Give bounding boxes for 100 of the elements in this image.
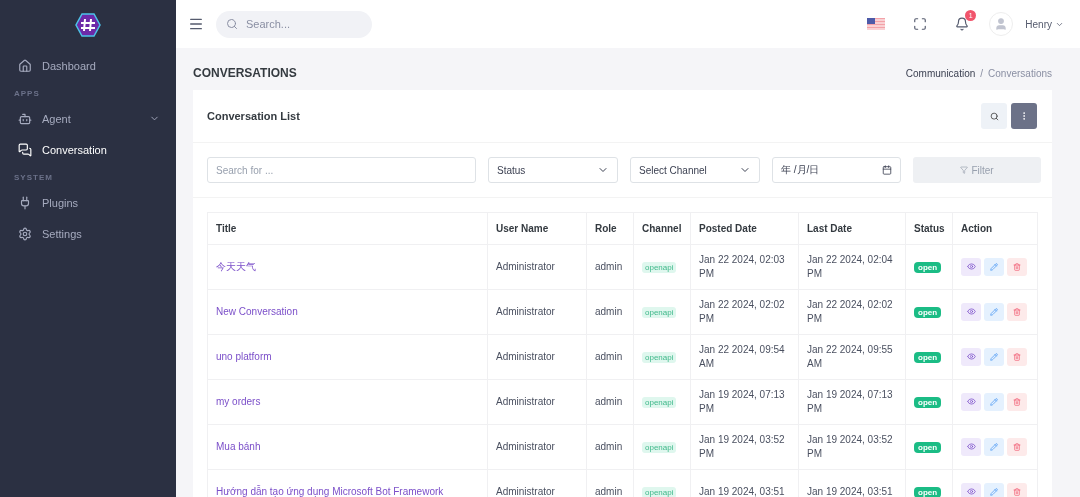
edit-button[interactable] <box>984 258 1004 277</box>
edit-button[interactable] <box>984 438 1004 457</box>
trash-icon <box>1013 488 1021 497</box>
table-cell: Jan 22 2024, 09:55 AM <box>798 334 906 380</box>
logo-icon <box>75 12 101 38</box>
edit-button[interactable] <box>984 393 1004 412</box>
select-value: Select Channel <box>639 164 707 176</box>
trash-icon <box>1013 398 1021 407</box>
status-badge: open <box>914 261 942 273</box>
pencil-icon <box>990 353 998 362</box>
search-icon <box>989 111 999 121</box>
nav-item[interactable]: Agent <box>0 103 176 134</box>
settings-icon <box>18 226 32 241</box>
trash-icon <box>1013 443 1021 452</box>
table-cell: Administrator <box>487 334 587 380</box>
view-button[interactable] <box>961 482 981 497</box>
eye-icon <box>966 352 976 362</box>
date-value: 年 /月/日 <box>781 163 820 177</box>
eye-icon <box>966 442 976 452</box>
edit-button[interactable] <box>984 483 1004 497</box>
status-badge: open <box>914 306 942 318</box>
menu-icon[interactable] <box>188 16 204 32</box>
conversation-link[interactable]: Mua bánh <box>216 441 261 452</box>
delete-button[interactable] <box>1007 348 1027 367</box>
column-header: Action <box>952 212 1038 245</box>
channel-tag: openapi <box>642 306 677 318</box>
eye-icon <box>966 307 976 317</box>
view-button[interactable] <box>961 437 981 456</box>
conversation-link[interactable]: Hướng dẫn tạo ứng dụng Microsoft Bot Framework <box>216 486 444 497</box>
calendar-icon[interactable] <box>882 165 892 175</box>
table-cell: Administrator <box>487 424 587 470</box>
breadcrumb-item: Conversations <box>988 67 1052 79</box>
channel-tag: openapi <box>642 396 677 408</box>
card-title: Conversation List <box>207 110 300 122</box>
delete-button[interactable] <box>1007 438 1027 457</box>
user-menu[interactable]: Henry <box>1025 18 1064 30</box>
pencil-icon <box>990 263 998 272</box>
status-badge: open <box>914 351 942 363</box>
conversation-link[interactable]: my orders <box>216 396 261 407</box>
table-cell: Jan 22 2024, 09:54 AM <box>690 334 799 380</box>
view-button[interactable] <box>961 257 981 276</box>
search-icon <box>226 18 238 30</box>
conversation-link[interactable]: New Conversation <box>216 306 298 317</box>
more-button[interactable] <box>1011 103 1037 129</box>
nav-item[interactable]: Settings <box>0 218 176 249</box>
status-badge: open <box>914 441 942 453</box>
table-cell: Administrator <box>487 379 587 425</box>
channel-tag: openapi <box>642 261 677 273</box>
eye-icon <box>966 397 976 407</box>
table-cell: Jan 22 2024, 02:02 PM <box>798 289 906 335</box>
delete-button[interactable] <box>1007 303 1027 322</box>
section-label: APPS <box>13 88 41 100</box>
view-button[interactable] <box>961 392 981 411</box>
table-cell: admin <box>586 334 634 380</box>
column-header: User Name <box>487 212 587 245</box>
search-button[interactable] <box>981 103 1007 129</box>
nav-item[interactable]: Plugins <box>0 187 176 218</box>
funnel-icon <box>960 166 969 174</box>
conversation-link[interactable]: uno platform <box>216 351 272 362</box>
table-cell: Jan 19 2024, 07:13 PM <box>798 379 906 425</box>
column-header: Role <box>586 212 634 245</box>
conversation-link[interactable]: 今天天气 <box>216 261 256 272</box>
pencil-icon <box>990 308 998 317</box>
table-cell: admin <box>586 244 634 290</box>
flag-icon[interactable] <box>867 18 886 30</box>
view-button[interactable] <box>961 347 981 366</box>
table-cell: Jan 22 2024, 02:02 PM <box>690 289 799 335</box>
status-select[interactable]: Status <box>488 157 618 183</box>
column-header: Status <box>905 212 953 245</box>
delete-button[interactable] <box>1007 393 1027 412</box>
search-field[interactable]: Search... <box>216 10 372 38</box>
select-value: Status <box>497 164 526 176</box>
fullscreen-icon[interactable] <box>913 17 928 31</box>
table-cell: Administrator <box>487 289 587 335</box>
view-button[interactable] <box>961 302 981 321</box>
chat-icon <box>18 142 32 157</box>
channel-tag: openapi <box>642 486 677 497</box>
eye-icon <box>966 262 976 272</box>
table-cell: Jan 22 2024, 02:04 PM <box>798 244 906 290</box>
nav-item[interactable]: Conversation <box>0 134 176 165</box>
table-cell: Administrator <box>487 244 587 290</box>
table-cell: Jan 19 2024, 07:13 PM <box>690 379 799 425</box>
trash-icon <box>1013 308 1021 317</box>
table-cell: admin <box>586 424 634 470</box>
page-title: CONVERSATIONS <box>193 66 297 80</box>
column-header: Channel <box>633 212 691 245</box>
edit-button[interactable] <box>984 348 1004 367</box>
delete-button[interactable] <box>1007 483 1027 497</box>
robot-icon <box>18 111 32 126</box>
section-label: SYSTEM <box>13 172 54 184</box>
nav-item[interactable]: Dashboard <box>0 50 176 81</box>
eye-icon <box>966 487 976 497</box>
pencil-icon <box>990 488 998 497</box>
channel-select[interactable]: Select Channel <box>630 157 760 183</box>
date-field[interactable]: 年 /月/日 <box>772 157 901 183</box>
breadcrumb-item[interactable]: Communication <box>905 67 976 79</box>
delete-button[interactable] <box>1007 258 1027 277</box>
bell-icon[interactable] <box>955 17 970 31</box>
edit-button[interactable] <box>984 303 1004 322</box>
table-cell: Jan 19 2024, 03:52 PM <box>690 424 799 470</box>
